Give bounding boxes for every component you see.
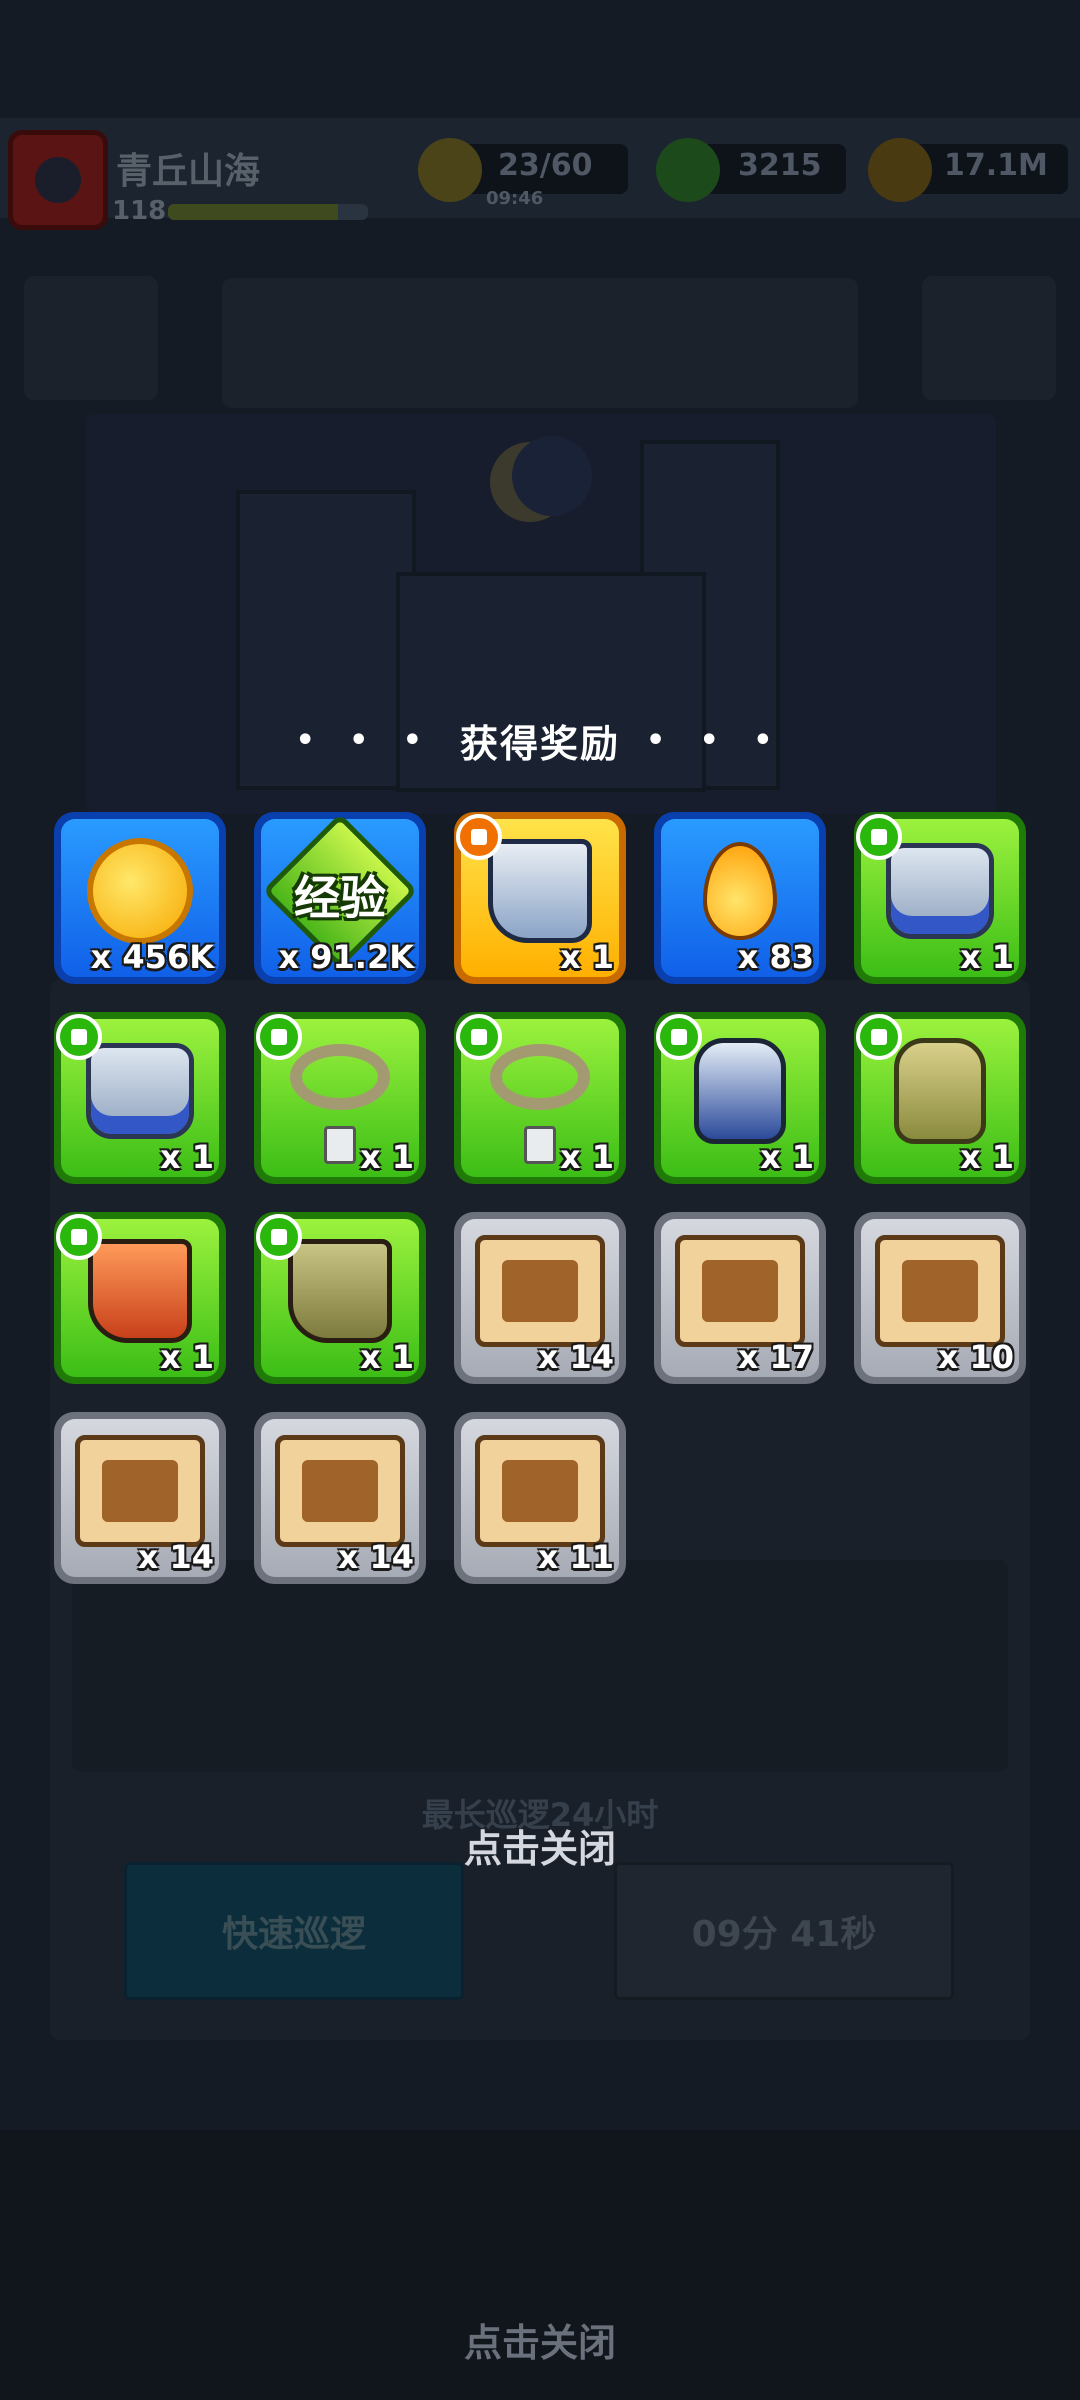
reward-item-gold-coin[interactable]: x 456K — [54, 812, 226, 984]
energy-value: 23/60 — [498, 148, 593, 183]
player-level: 118 — [112, 196, 167, 226]
gold-coin-icon — [87, 838, 193, 945]
reward-item-fuel-drop[interactable]: x 83 — [654, 812, 826, 984]
reward-qty: x 1 — [359, 1138, 414, 1176]
glove-slot-icon — [656, 1014, 702, 1060]
reward-title: 获得奖励 — [459, 721, 620, 766]
reward-qty: x 11 — [537, 1538, 614, 1576]
green-gem-icon — [656, 138, 720, 202]
reward-qty: x 14 — [537, 1338, 614, 1376]
quick-patrol-button[interactable]: 快速巡逻 — [124, 1862, 464, 2000]
glove-icon — [894, 1038, 986, 1145]
reward-qty: x 14 — [337, 1538, 414, 1576]
reward-qty: x 14 — [137, 1538, 214, 1576]
reward-qty: x 1 — [559, 938, 614, 976]
reward-item-scroll-necklace[interactable]: x 10 — [854, 1212, 1026, 1384]
reward-qty: x 1 — [959, 1138, 1014, 1176]
gem-value: 3215 — [738, 148, 822, 183]
moon-icon — [490, 436, 592, 522]
reward-item-scroll-armor[interactable]: x 17 — [654, 1212, 826, 1384]
necklace-slot-icon — [456, 1014, 502, 1060]
glove-icon — [694, 1038, 786, 1145]
reward-qty: x 456K — [90, 938, 214, 976]
lightning-icon — [418, 138, 482, 202]
armor-icon — [86, 1043, 194, 1140]
reward-item-scroll-boot[interactable]: x 11 — [454, 1412, 626, 1584]
boot-icon — [288, 1239, 392, 1344]
glove-slot-icon — [856, 1014, 902, 1060]
decor-dots-right: • • • — [646, 722, 785, 758]
reward-title-row: • • • 获得奖励 • • • — [0, 712, 1080, 768]
reward-item-boots-olive[interactable]: x 1 — [254, 1212, 426, 1384]
armor-slot-icon — [856, 814, 902, 860]
reward-item-scroll-weapon[interactable]: x 14 — [454, 1212, 626, 1384]
glove-scroll-icon — [275, 1435, 405, 1548]
gold-coin-icon — [868, 138, 932, 202]
boot-slot-icon — [456, 814, 502, 860]
armor-scroll-icon — [675, 1235, 805, 1348]
reward-item-armor[interactable]: x 1 — [854, 812, 1026, 984]
reward-qty: x 17 — [737, 1338, 814, 1376]
reward-item-necklace[interactable]: x 1 — [454, 1012, 626, 1184]
reward-qty: x 1 — [159, 1138, 214, 1176]
boot-slot-icon — [56, 1214, 102, 1260]
dog-tag-icon — [524, 1125, 556, 1164]
gold-value: 17.1M — [944, 148, 1048, 183]
reward-item-experience[interactable]: 经验 x 91.2K — [254, 812, 426, 984]
reward-item-glove-blue[interactable]: x 1 — [654, 1012, 826, 1184]
armor-icon — [886, 843, 994, 940]
close-hint-popup[interactable]: 点击关闭 — [0, 1818, 1080, 1873]
boot-icon — [88, 1239, 192, 1344]
reward-item-scroll-glove[interactable]: x 14 — [254, 1412, 426, 1584]
weapon-scroll-icon — [475, 1235, 605, 1348]
belt-scroll-icon — [75, 1435, 205, 1548]
boot-icon — [488, 839, 592, 944]
player-name: 青丘山海 — [116, 151, 261, 192]
reward-qty: x 83 — [737, 938, 814, 976]
patrol-timer-button[interactable]: 09分 41秒 — [614, 1862, 954, 2000]
necklace-icon — [290, 1044, 390, 1111]
necklace-scroll-icon — [875, 1235, 1005, 1348]
reward-item-boots-gold[interactable]: x 1 — [454, 812, 626, 984]
armor-slot-icon — [56, 1014, 102, 1060]
reward-qty: x 1 — [159, 1338, 214, 1376]
shop-button[interactable] — [922, 276, 1056, 400]
reward-qty: x 10 — [937, 1338, 1014, 1376]
reward-item-boots-red[interactable]: x 1 — [54, 1212, 226, 1384]
boot-scroll-icon — [475, 1435, 605, 1548]
reward-item-necklace[interactable]: x 1 — [254, 1012, 426, 1184]
reward-grid: x 456K 经验 x 91.2K x 1 x 83 x 1 x 1 x 1 x… — [54, 812, 1034, 1584]
close-hint-bottom[interactable]: 点击关闭 — [0, 2312, 1080, 2367]
dog-tag-icon — [324, 1125, 356, 1164]
level-progress-bar — [168, 204, 368, 220]
reward-item-armor[interactable]: x 1 — [54, 1012, 226, 1184]
decor-dots-left: • • • — [295, 722, 434, 758]
exp-label: 经验 — [294, 871, 386, 925]
energy-timer: 09:46 — [486, 188, 544, 209]
reward-qty: x 91.2K — [278, 938, 414, 976]
patrol-info-banner — [222, 278, 858, 408]
necklace-icon — [490, 1044, 590, 1111]
patrol-reward-list — [72, 1560, 1008, 1772]
reward-item-glove-tan[interactable]: x 1 — [854, 1012, 1026, 1184]
player-avatar[interactable] — [8, 130, 108, 230]
reward-item-scroll-belt[interactable]: x 14 — [54, 1412, 226, 1584]
reward-qty: x 1 — [559, 1138, 614, 1176]
reward-qty: x 1 — [759, 1138, 814, 1176]
reward-qty: x 1 — [959, 938, 1014, 976]
necklace-slot-icon — [256, 1014, 302, 1060]
menu-button[interactable] — [24, 276, 158, 400]
boot-slot-icon — [256, 1214, 302, 1260]
reward-qty: x 1 — [359, 1338, 414, 1376]
